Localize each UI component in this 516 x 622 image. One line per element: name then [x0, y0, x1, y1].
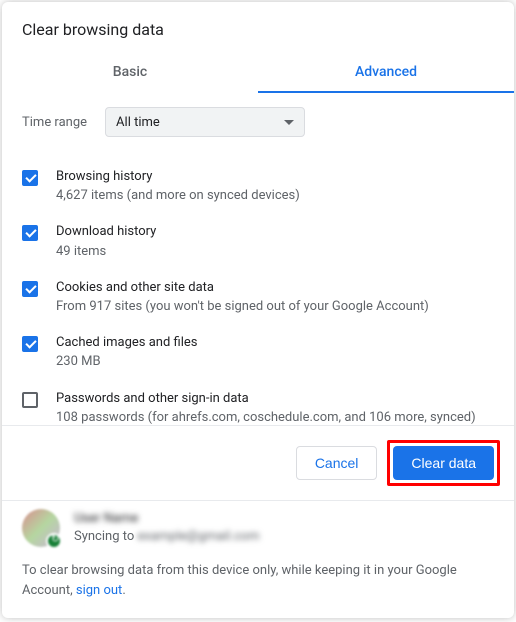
item-title: Passwords and other sign-in data [56, 390, 476, 408]
checkbox-passwords[interactable] [22, 392, 38, 408]
note-suffix: . [122, 583, 125, 598]
sign-out-link[interactable]: sign out [76, 583, 122, 598]
account-name: User Name [74, 510, 259, 528]
item-sub: From 917 sites (you won't be signed out … [56, 298, 429, 316]
clear-data-button[interactable]: Clear data [393, 446, 494, 480]
item-cache: Cached images and files 230 MB [22, 325, 506, 380]
account-email: example@gmail.com [137, 528, 259, 546]
time-range-label: Time range [22, 115, 87, 130]
account-text: User Name Syncing to example@gmail.com [74, 510, 259, 546]
cancel-button[interactable]: Cancel [296, 446, 378, 480]
checkbox-download-history[interactable] [22, 225, 38, 241]
item-sub: 49 items [56, 243, 156, 261]
footer-note: To clear browsing data from this device … [2, 561, 514, 618]
item-title: Cached images and files [56, 334, 197, 352]
item-title: Browsing history [56, 168, 300, 186]
item-cookies: Cookies and other site data From 917 sit… [22, 270, 506, 325]
item-title: Download history [56, 223, 156, 241]
scroll-area[interactable]: Time range All time Browsing history 4,6… [2, 93, 514, 425]
account-row: User Name Syncing to example@gmail.com [2, 501, 514, 561]
item-title: Cookies and other site data [56, 279, 429, 297]
time-range-select[interactable]: All time [105, 107, 305, 137]
chevron-down-icon [284, 120, 294, 125]
tab-basic[interactable]: Basic [2, 53, 258, 93]
highlight-annotation: Clear data [387, 440, 500, 486]
time-range-row: Time range All time [22, 107, 506, 137]
tabs: Basic Advanced [2, 53, 514, 93]
tab-advanced[interactable]: Advanced [258, 53, 514, 93]
checkbox-cache[interactable] [22, 336, 38, 352]
item-sub: 108 passwords (for ahrefs.com, coschedul… [56, 409, 476, 425]
avatar [22, 509, 60, 547]
dialog-title: Clear browsing data [2, 2, 514, 53]
time-range-value: All time [116, 115, 160, 130]
sync-icon [46, 533, 62, 549]
item-sub: 4,627 items (and more on synced devices) [56, 187, 300, 205]
item-download-history: Download history 49 items [22, 214, 506, 269]
item-sub: 230 MB [56, 353, 197, 371]
sync-label: Syncing to [74, 529, 137, 544]
item-passwords: Passwords and other sign-in data 108 pas… [22, 381, 506, 426]
dialog-footer: Cancel Clear data [2, 426, 514, 500]
checkbox-browsing-history[interactable] [22, 170, 38, 186]
checkbox-cookies[interactable] [22, 281, 38, 297]
item-browsing-history: Browsing history 4,627 items (and more o… [22, 159, 506, 214]
clear-browsing-data-dialog: Clear browsing data Basic Advanced Time … [2, 2, 514, 618]
